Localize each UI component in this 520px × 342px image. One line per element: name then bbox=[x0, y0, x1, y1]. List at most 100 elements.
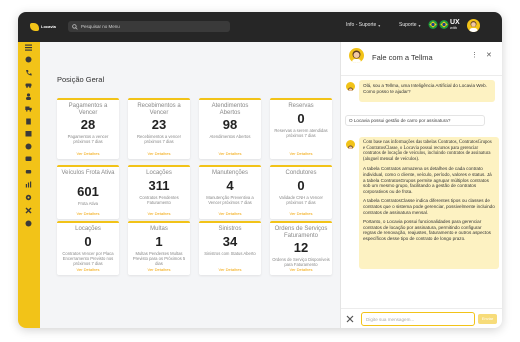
report-icon[interactable] bbox=[25, 181, 32, 188]
main-content: Posição Geral Pagamentos a Vencer 28 Pagam… bbox=[40, 42, 340, 328]
sidebar bbox=[18, 42, 40, 328]
top-bar: Locavia Pesquisar no Menu Info - Suporte… bbox=[18, 12, 502, 42]
phone-icon[interactable] bbox=[25, 69, 32, 76]
dashboard-card: Pagamentos a Vencer 28 Pagamentos a vencer… bbox=[57, 98, 119, 159]
card-subtitle: Validade CNH a Vencer próximos 7 dias bbox=[279, 195, 323, 205]
dashboard-card: Locações 311 Contratos Pendentes Faturamen… bbox=[128, 165, 190, 219]
dashboard-card: Condutores 0 Validade CNH a Vencer próximo… bbox=[270, 165, 332, 219]
ux-with-logo[interactable]: UX with bbox=[450, 19, 462, 33]
card-details-link[interactable]: Ver Detalhes bbox=[199, 211, 261, 216]
close-icon[interactable]: ✕ bbox=[486, 51, 492, 59]
wallet-icon[interactable] bbox=[25, 155, 32, 162]
card-value: 23 bbox=[151, 117, 167, 132]
card-details-link[interactable]: Ver Detalhes bbox=[128, 267, 190, 272]
card-subtitle: Pagamentos a vencer próximos 7 dias bbox=[67, 134, 109, 144]
info-support-select[interactable]: Info - Suporte ▾ bbox=[346, 22, 380, 28]
dashboard-icon[interactable] bbox=[25, 56, 32, 63]
card-details-link[interactable]: Ver Detalhes bbox=[128, 211, 190, 216]
info-icon[interactable] bbox=[25, 220, 32, 227]
card-subtitle: Contratos Vencer por Placa Encerramento … bbox=[62, 251, 114, 266]
car-icon[interactable] bbox=[25, 81, 32, 88]
card-details-link[interactable]: Ver Detalhes bbox=[199, 267, 261, 272]
info-support-label: Info - Suporte bbox=[346, 22, 377, 28]
dashboard-card: Manutenções 4 Manutenção Preventiva a Venc… bbox=[199, 165, 261, 219]
language-flag-icon[interactable] bbox=[439, 20, 449, 29]
tools-icon[interactable] bbox=[346, 315, 354, 323]
answer-paragraph: Portanto, o Locavia possui funcionalidad… bbox=[363, 219, 491, 241]
tellma-avatar-icon bbox=[349, 48, 364, 63]
card-subtitle: Recebimentos a vencer próximos 7 dias bbox=[137, 134, 181, 144]
search-icon bbox=[72, 23, 78, 30]
card-subtitle: Manutenção Preventiva a Vencer próximos … bbox=[206, 195, 254, 205]
card-value: 311 bbox=[148, 178, 170, 193]
user-avatar-icon[interactable] bbox=[467, 19, 480, 32]
card-title: Condutores bbox=[285, 170, 317, 176]
answer-paragraph: Com base nas informações das tabelas Con… bbox=[363, 140, 492, 162]
card-title: Recebimentos a Vencer bbox=[137, 103, 181, 116]
more-options-icon[interactable]: ⋮ bbox=[471, 51, 478, 59]
card-subtitle: Contratos Pendentes Faturamento bbox=[139, 195, 179, 205]
app-window: Locavia Pesquisar no Menu Info - Suporte… bbox=[18, 12, 502, 328]
support-select[interactable]: Suporte ▾ bbox=[399, 22, 421, 28]
chat-message-user: O Locavia possui gestão de carro por ass… bbox=[345, 115, 485, 126]
card-value: 34 bbox=[222, 234, 238, 249]
card-details-link[interactable]: Ver Detalhes bbox=[57, 151, 119, 156]
support-label: Suporte bbox=[399, 22, 417, 28]
send-button[interactable]: Enviar bbox=[478, 314, 497, 324]
chat-message-answer: Com base nas informações das tabelas Con… bbox=[359, 137, 499, 269]
answer-paragraph: A tabela ContratosClasse indica diferent… bbox=[363, 198, 495, 215]
menu-icon[interactable] bbox=[25, 44, 32, 51]
dashboard-card: Locações 0 Contratos Vencer por Placa Ence… bbox=[57, 221, 119, 275]
chat-panel: Fale com a Tellma ⋮ ✕ Olá, sou a Tellma,… bbox=[340, 42, 502, 328]
card-title: Sinistros bbox=[218, 226, 242, 232]
search-placeholder: Pesquisar no Menu bbox=[81, 24, 120, 29]
tellma-avatar-icon bbox=[346, 140, 355, 149]
logo-text: Locavia bbox=[41, 24, 56, 29]
money-icon[interactable] bbox=[25, 143, 32, 150]
chat-header: Fale com a Tellma ⋮ ✕ bbox=[341, 42, 502, 76]
menu-search-input[interactable]: Pesquisar no Menu bbox=[68, 21, 230, 32]
chat-message-input[interactable]: Digite sua mensagem... bbox=[361, 312, 475, 326]
card-value: 0 bbox=[297, 178, 305, 193]
card-details-link[interactable]: Ver Detalhes bbox=[199, 151, 261, 156]
person-icon[interactable] bbox=[25, 93, 32, 100]
card-subtitle: Frota Ativa bbox=[77, 201, 98, 206]
card-subtitle: Multas Pendentes Multas Previsto para os… bbox=[132, 251, 186, 266]
card-subtitle: Atendimentos Abertos bbox=[209, 134, 251, 139]
chat-message-greeting: Olá, sou a Tellma, uma Inteligência Arti… bbox=[359, 80, 495, 102]
card-value: 28 bbox=[80, 117, 96, 132]
dashboard-card: Veículos Frota Ativa 601 Frota Ativa Ver De… bbox=[57, 165, 119, 219]
card-title: Atendimentos Abertos bbox=[211, 103, 249, 116]
card-title: Ordens de Serviços Faturamento bbox=[274, 226, 328, 239]
tools-icon[interactable] bbox=[25, 207, 32, 214]
card-title: Multas bbox=[150, 226, 168, 232]
vehicle-front-icon[interactable] bbox=[25, 168, 32, 175]
locavia-logo[interactable]: Locavia bbox=[30, 21, 58, 33]
card-value: 0 bbox=[84, 234, 92, 249]
document-icon[interactable] bbox=[25, 118, 32, 125]
ux-label: UX bbox=[450, 19, 460, 26]
card-details-link[interactable]: Ver Detalhes bbox=[57, 267, 119, 272]
calendar-icon[interactable] bbox=[25, 130, 32, 137]
tellma-avatar-icon bbox=[346, 82, 355, 91]
truck-icon[interactable] bbox=[25, 105, 32, 112]
card-title: Locações bbox=[146, 170, 172, 176]
card-details-link[interactable]: Ver Detalhes bbox=[270, 211, 332, 216]
card-details-link[interactable]: Ver Detalhes bbox=[57, 211, 119, 216]
ux-sub: with bbox=[450, 26, 457, 30]
card-title: Reservas bbox=[288, 103, 314, 109]
card-value: 12 bbox=[293, 240, 309, 255]
card-details-link[interactable]: Ver Detalhes bbox=[270, 151, 332, 156]
card-details-link[interactable]: Ver Detalhes bbox=[128, 151, 190, 156]
logo-mark-icon bbox=[30, 23, 39, 31]
dashboard-card: Sinistros 34 Sinistros com Status Aberto Ve… bbox=[199, 221, 261, 275]
card-details-link[interactable]: Ver Detalhes bbox=[270, 267, 332, 272]
card-title: Locações bbox=[75, 226, 101, 232]
dashboard-card: Atendimentos Abertos 98 Atendimentos Abert… bbox=[199, 98, 261, 159]
gear-icon[interactable] bbox=[25, 194, 32, 201]
brazil-flag-icon[interactable] bbox=[428, 20, 438, 29]
dashboard-card: Reservas 0 Reservas a serem atendidas próx… bbox=[270, 98, 332, 159]
card-title: Veículos Frota Ativa bbox=[61, 170, 115, 176]
answer-paragraph: A tabela Contratos armazena os detalhes … bbox=[363, 166, 492, 194]
card-value: 1 bbox=[155, 234, 163, 249]
